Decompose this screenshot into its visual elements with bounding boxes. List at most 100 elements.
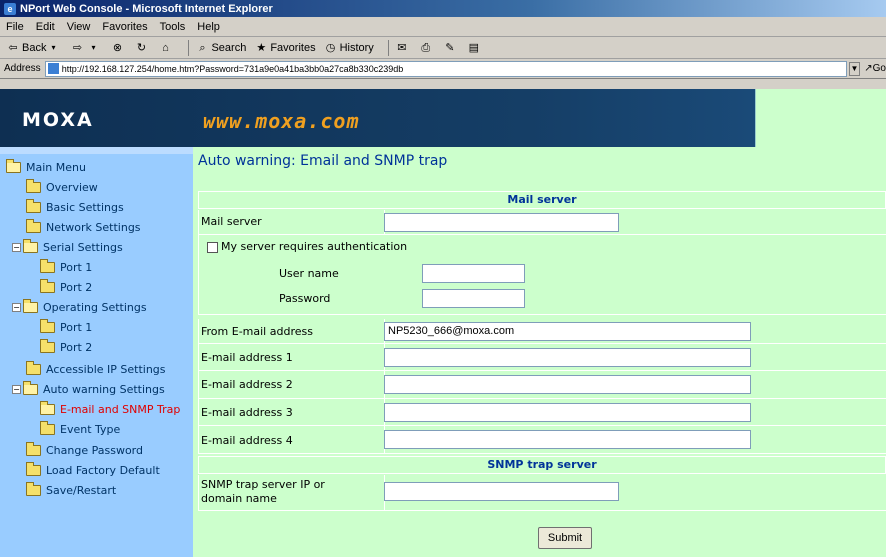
folder-open-icon <box>6 158 21 173</box>
username-input[interactable] <box>422 264 525 283</box>
main-content: Auto warning: Email and SNMP trap Mail s… <box>193 147 886 557</box>
password-input[interactable] <box>422 289 525 308</box>
collapse-icon[interactable]: − <box>12 302 21 312</box>
sidebar-item-basic-settings[interactable]: Basic Settings <box>26 197 219 217</box>
stop-icon: ⊗ <box>112 41 123 54</box>
folder-open-icon <box>23 298 38 313</box>
authentication-row: My server requires authentication User n… <box>198 235 886 315</box>
email-address-1-row: E-mail address 1 <box>198 344 886 371</box>
menu-file[interactable]: File <box>6 21 24 33</box>
folder-icon <box>26 481 41 496</box>
print-icon: ⎙ <box>421 41 431 54</box>
sidebar-item-auto-warning[interactable]: − Auto warning Settings <box>12 379 205 399</box>
email-address-4-input[interactable] <box>384 430 751 449</box>
forward-button[interactable]: ⇨ ▾ <box>70 41 102 55</box>
from-address-input[interactable]: NP5230_666@moxa.com <box>384 322 751 341</box>
folder-icon <box>40 338 55 353</box>
email-address-1-input[interactable] <box>384 348 751 367</box>
home-icon: ⌂ <box>162 41 169 54</box>
sidebar-item-operating-settings[interactable]: − Operating Settings <box>12 297 205 317</box>
go-button[interactable]: ↗Go <box>864 63 886 74</box>
discuss-button[interactable]: ▤ <box>467 41 483 55</box>
auth-checkbox[interactable] <box>207 242 218 253</box>
menu-edit[interactable]: Edit <box>36 21 55 33</box>
favorites-button[interactable]: ★ Favorites <box>254 41 315 55</box>
mail-button[interactable]: ✉ <box>395 41 411 55</box>
chevron-down-icon: ▾ <box>51 42 56 52</box>
folder-icon <box>40 258 55 273</box>
address-dropdown[interactable]: ▼ <box>848 61 861 76</box>
email-address-1-label: E-mail address 1 <box>201 351 293 364</box>
email-address-2-input[interactable] <box>384 375 751 394</box>
folder-open-icon <box>40 400 55 415</box>
sidebar-item-main-menu[interactable]: Main Menu <box>6 157 199 177</box>
edit-icon: ✎ <box>445 41 455 54</box>
window-title-bar: e NPort Web Console - Microsoft Internet… <box>0 0 886 17</box>
moxa-site-link[interactable]: www.moxa.com <box>203 109 360 133</box>
sidebar-item-overview[interactable]: Overview <box>26 177 219 197</box>
mail-server-input[interactable] <box>384 213 619 232</box>
stop-button[interactable]: ⊗ <box>110 41 126 55</box>
window-title: NPort Web Console - Microsoft Internet E… <box>20 2 273 15</box>
folder-open-icon <box>23 238 38 253</box>
snmp-server-input[interactable] <box>384 482 619 501</box>
favorites-icon: ★ <box>256 41 267 54</box>
menu-help[interactable]: Help <box>197 21 220 33</box>
email-address-4-label: E-mail address 4 <box>201 434 293 447</box>
sidebar-item-serial-settings[interactable]: − Serial Settings <box>12 237 205 257</box>
email-address-2-row: E-mail address 2 <box>198 371 886 399</box>
menu-view[interactable]: View <box>67 21 91 33</box>
banner-right-panel <box>755 89 886 147</box>
menu-tools[interactable]: Tools <box>160 21 186 33</box>
sidebar-item-change-password[interactable]: Change Password <box>26 440 219 460</box>
folder-icon <box>26 360 41 375</box>
email-address-3-input[interactable] <box>384 403 751 422</box>
folder-icon <box>40 420 55 435</box>
chevron-down-icon: ▾ <box>91 42 96 52</box>
refresh-button[interactable]: ↻ <box>134 41 150 55</box>
history-icon: ◷ <box>325 41 336 54</box>
toolbar-separator <box>188 39 190 56</box>
from-address-row: From E-mail address NP5230_666@moxa.com <box>198 319 886 344</box>
sidebar-item-accessible-ip[interactable]: Accessible IP Settings <box>26 359 219 379</box>
folder-open-icon <box>23 380 38 395</box>
folder-icon <box>40 278 55 293</box>
username-label: User name <box>279 267 339 280</box>
folder-icon <box>26 198 41 213</box>
page-title: Auto warning: Email and SNMP trap <box>198 153 448 169</box>
toolbar-separator <box>387 39 389 56</box>
menu-favorites[interactable]: Favorites <box>102 21 147 33</box>
back-arrow-icon: ⇦ <box>8 41 18 54</box>
from-address-label: From E-mail address <box>201 325 313 338</box>
address-input[interactable]: http://192.168.127.254/home.htm?Password… <box>44 60 847 77</box>
address-bar: Address http://192.168.127.254/home.htm?… <box>0 59 886 79</box>
snmp-server-label-line1: SNMP trap server IP or <box>201 478 325 491</box>
collapse-icon[interactable]: − <box>12 242 21 252</box>
collapse-icon[interactable]: − <box>12 384 21 394</box>
search-button[interactable]: ⌕ Search <box>195 41 246 55</box>
mail-server-label: Mail server <box>201 215 262 228</box>
sidebar-item-network-settings[interactable]: Network Settings <box>26 217 219 237</box>
search-icon: ⌕ <box>199 41 206 54</box>
mail-server-row: Mail server <box>198 210 886 235</box>
home-button[interactable]: ⌂ <box>158 41 174 55</box>
mail-icon: ✉ <box>397 41 407 54</box>
submit-button[interactable]: Submit <box>538 527 592 549</box>
auth-label: My server requires authentication <box>221 240 408 253</box>
forward-arrow-icon: ⇨ <box>72 41 83 54</box>
sidebar-item-load-factory-default[interactable]: Load Factory Default <box>26 460 219 480</box>
history-button[interactable]: ◷ History <box>324 41 374 55</box>
go-arrow-icon: ↗ <box>864 63 873 74</box>
page-icon <box>47 63 59 74</box>
folder-icon <box>26 461 41 476</box>
print-button[interactable]: ⎙ <box>419 41 435 55</box>
moxa-logo: MOXA <box>22 109 94 131</box>
address-label: Address <box>4 63 41 74</box>
moxa-banner: MOXA www.moxa.com <box>0 89 755 147</box>
edit-button[interactable]: ✎ <box>443 41 459 55</box>
sidebar-item-save-restart[interactable]: Save/Restart <box>26 480 219 500</box>
chrome-divider <box>0 79 886 89</box>
sidebar-menu: Main Menu Overview Basic Settings Networ… <box>0 147 193 557</box>
back-button[interactable]: ⇦ Back ▾ <box>6 41 62 55</box>
discuss-icon: ▤ <box>468 41 480 54</box>
